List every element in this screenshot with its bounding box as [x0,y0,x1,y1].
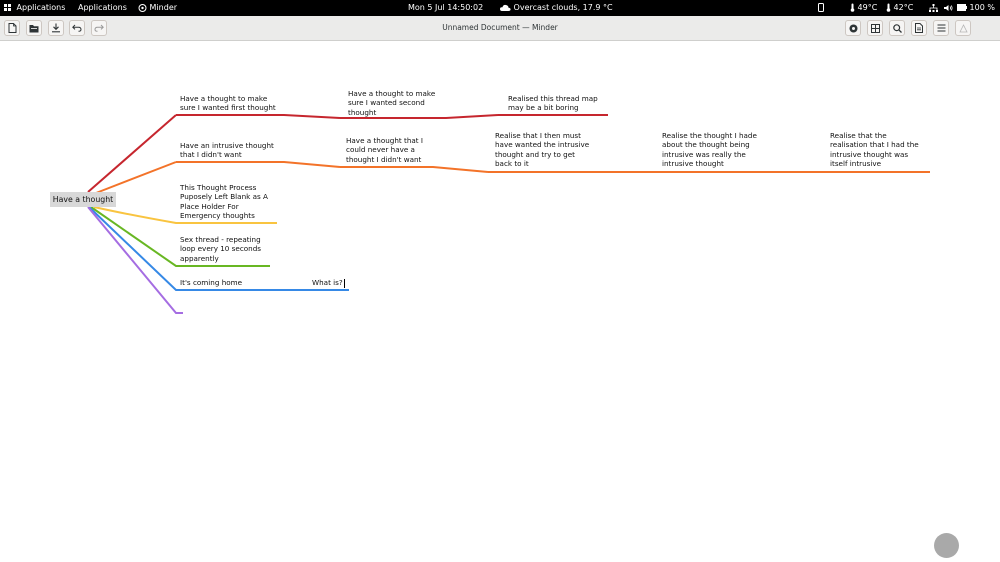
connection-root-n4 [95,161,177,194]
node-intrusive-thought[interactable]: Have an intrusive thought that I didn't … [180,141,274,160]
node-boring-map[interactable]: Realised this thread map may be a bit bo… [508,94,598,113]
underline-n4 [176,161,341,168]
node-what-is[interactable]: What is? [312,278,345,288]
node-never-have-thought[interactable]: Have a thought that I could never have a… [346,136,423,164]
connection-root-n1 [87,114,177,193]
underline-n5 [340,166,489,173]
node-placeholder[interactable]: This Thought Process Puposely Left Blank… [180,183,268,220]
node-coming-home[interactable]: It's coming home [180,278,242,287]
underline-n1 [176,114,341,119]
floating-button[interactable] [934,533,959,558]
node-sex-thread[interactable]: Sex thread - repeating loop every 10 sec… [180,235,261,263]
node-first-thought[interactable]: Have a thought to make sure I wanted fir… [180,94,276,113]
node-realise-hade[interactable]: Realise the thought I hade about the tho… [662,131,757,168]
node-realise-wanted[interactable]: Realise that I then must have wanted the… [495,131,589,168]
text-cursor [343,278,345,288]
root-node[interactable]: Have a thought [50,192,116,207]
node-second-thought[interactable]: Have a thought to make sure I wanted sec… [348,89,435,117]
mindmap-connections [87,114,930,314]
node-what-is-label: What is? [312,278,343,287]
node-realisation-intrusive[interactable]: Realise that the realisation that I had … [830,131,919,168]
